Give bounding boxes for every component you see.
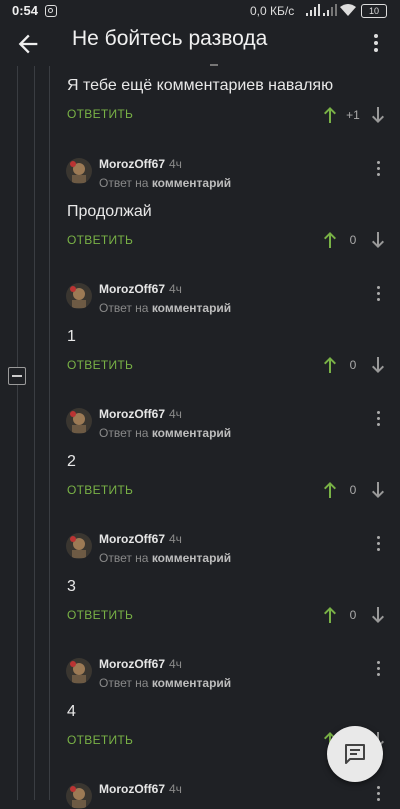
comment-menu-icon[interactable] bbox=[374, 411, 382, 429]
signal-icon bbox=[323, 4, 337, 16]
comment-text: 3 bbox=[67, 578, 76, 595]
comment-icon bbox=[345, 744, 365, 764]
reply-button[interactable]: ОТВЕТИТЬ bbox=[67, 608, 133, 622]
comment-author[interactable]: MorozOff67 4ч bbox=[99, 782, 182, 796]
comment-age: 4ч bbox=[169, 782, 182, 796]
status-time: 0:54 bbox=[12, 3, 39, 18]
avatar[interactable] bbox=[66, 408, 92, 434]
status-bar: 0:54 0,0 КБ/с 10 bbox=[0, 0, 400, 22]
comment-text: Я тебе ещё комментариев наваляю bbox=[67, 77, 334, 94]
comment-author[interactable]: MorozOff67 4ч bbox=[99, 282, 182, 296]
signal-icon bbox=[306, 4, 320, 16]
thread-line bbox=[49, 66, 50, 800]
reply-to-info[interactable]: Ответ на комментарий bbox=[99, 551, 231, 565]
avatar[interactable] bbox=[66, 783, 92, 809]
comment-author[interactable]: MorozOff67 4ч bbox=[99, 407, 182, 421]
arrow-up-icon[interactable] bbox=[322, 481, 338, 499]
arrow-down-icon[interactable] bbox=[370, 606, 386, 624]
reply-button[interactable]: ОТВЕТИТЬ bbox=[67, 233, 133, 247]
thread-line bbox=[34, 66, 35, 800]
vote-count: 0 bbox=[349, 358, 357, 372]
comment-text: Продолжай bbox=[67, 203, 152, 220]
reply-button[interactable]: ОТВЕТИТЬ bbox=[67, 483, 133, 497]
divider bbox=[210, 64, 218, 66]
network-speed: 0,0 КБ/с bbox=[250, 4, 295, 18]
vote-count: 0 bbox=[349, 608, 357, 622]
reply-to-info[interactable]: Ответ на комментарий bbox=[99, 176, 231, 190]
comment-author[interactable]: MorozOff67 4ч bbox=[99, 157, 182, 171]
reply-button[interactable]: ОТВЕТИТЬ bbox=[67, 733, 133, 747]
reply-to-info[interactable]: Ответ на комментарий bbox=[99, 676, 231, 690]
arrow-down-icon[interactable] bbox=[370, 106, 386, 124]
avatar[interactable] bbox=[66, 658, 92, 684]
comment-age: 4ч bbox=[169, 532, 182, 546]
collapse-thread-button[interactable] bbox=[8, 367, 26, 385]
comment-age: 4ч bbox=[169, 282, 182, 296]
instagram-icon bbox=[45, 5, 57, 17]
wifi-icon bbox=[340, 4, 356, 16]
comment-age: 4ч bbox=[169, 657, 182, 671]
comment-text: 1 bbox=[67, 328, 76, 345]
arrow-up-icon[interactable] bbox=[322, 106, 338, 124]
app-bar: Не бойтесь развода bbox=[0, 22, 400, 66]
reply-button[interactable]: ОТВЕТИТЬ bbox=[67, 358, 133, 372]
comment-author[interactable]: MorozOff67 4ч bbox=[99, 532, 182, 546]
vote-count: +1 bbox=[346, 108, 360, 122]
battery-icon: 10 bbox=[361, 4, 387, 18]
comment-text: 2 bbox=[67, 453, 76, 470]
vote-count: 0 bbox=[349, 483, 357, 497]
avatar[interactable] bbox=[66, 283, 92, 309]
more-vert-icon[interactable] bbox=[368, 32, 384, 56]
comment-menu-icon[interactable] bbox=[374, 536, 382, 554]
comment-menu-icon[interactable] bbox=[374, 161, 382, 179]
vote-count: 0 bbox=[349, 233, 357, 247]
page-title: Не бойтесь развода bbox=[72, 27, 268, 50]
arrow-down-icon[interactable] bbox=[370, 231, 386, 249]
avatar[interactable] bbox=[66, 158, 92, 184]
comment-menu-icon[interactable] bbox=[374, 286, 382, 304]
comment-author[interactable]: MorozOff67 4ч bbox=[99, 657, 182, 671]
back-arrow-icon[interactable] bbox=[14, 30, 42, 58]
reply-to-info[interactable]: Ответ на комментарий bbox=[99, 426, 231, 440]
write-comment-button[interactable] bbox=[327, 726, 383, 782]
arrow-up-icon[interactable] bbox=[322, 356, 338, 374]
arrow-down-icon[interactable] bbox=[370, 481, 386, 499]
arrow-up-icon[interactable] bbox=[322, 231, 338, 249]
arrow-down-icon[interactable] bbox=[370, 356, 386, 374]
reply-button[interactable]: ОТВЕТИТЬ bbox=[67, 107, 133, 121]
comment-age: 4ч bbox=[169, 157, 182, 171]
comment-age: 4ч bbox=[169, 407, 182, 421]
comment-menu-icon[interactable] bbox=[374, 661, 382, 679]
arrow-up-icon[interactable] bbox=[322, 606, 338, 624]
reply-to-info[interactable]: Ответ на комментарий bbox=[99, 301, 231, 315]
thread-line bbox=[17, 66, 18, 800]
avatar[interactable] bbox=[66, 533, 92, 559]
comment-menu-icon[interactable] bbox=[374, 786, 382, 804]
comment-text: 4 bbox=[67, 703, 76, 720]
